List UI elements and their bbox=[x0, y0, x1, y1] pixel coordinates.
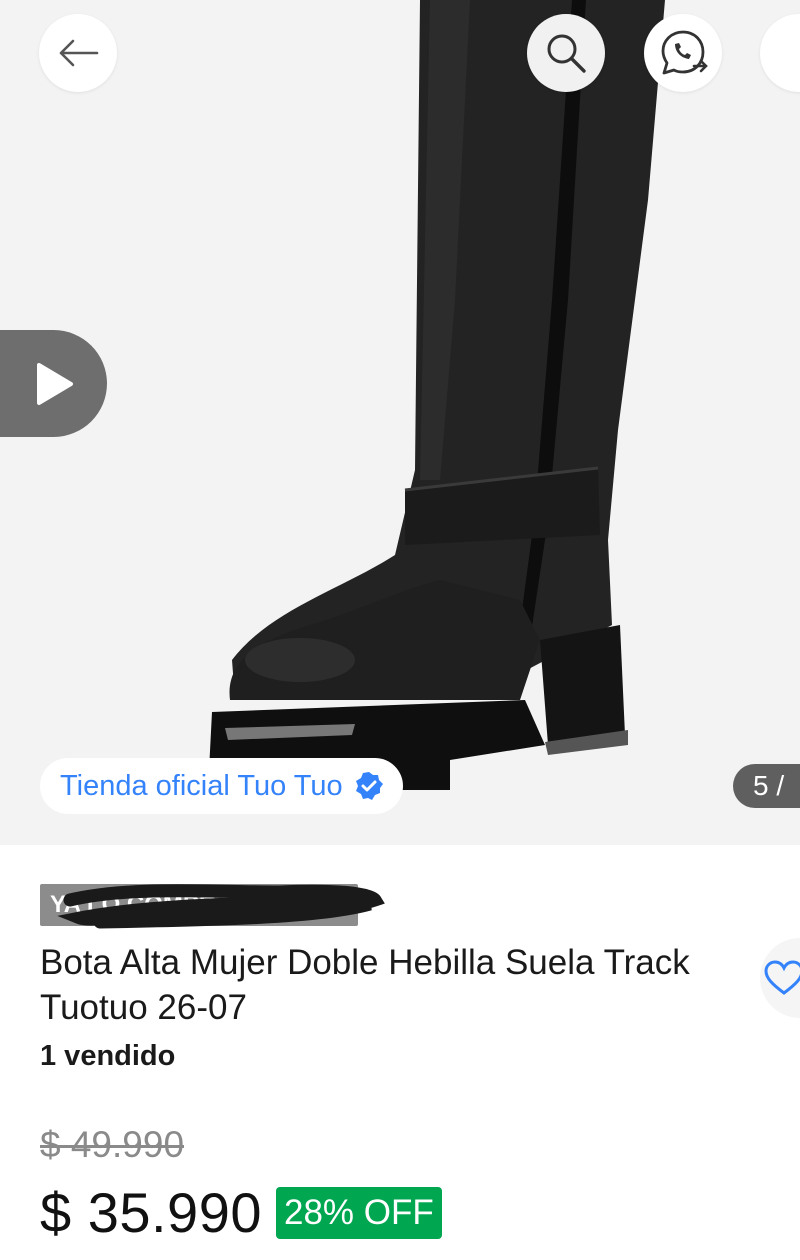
store-name: Tienda oficial Tuo Tuo bbox=[60, 769, 343, 802]
whatsapp-share-icon bbox=[661, 30, 708, 75]
search-icon bbox=[547, 34, 586, 73]
share-whatsapp-button[interactable] bbox=[644, 14, 722, 92]
more-icon bbox=[779, 43, 800, 63]
verified-badge-icon bbox=[355, 772, 383, 800]
sold-count: 1 vendido bbox=[40, 1040, 176, 1072]
official-store-badge[interactable]: Tienda oficial Tuo Tuo bbox=[40, 758, 403, 814]
favorite-button[interactable] bbox=[760, 938, 800, 1018]
product-title: Bota Alta Mujer Doble Hebilla Suela Trac… bbox=[40, 943, 690, 1027]
search-button[interactable] bbox=[527, 14, 605, 92]
play-icon bbox=[36, 362, 73, 405]
image-counter: 5 / bbox=[733, 764, 800, 808]
current-price: $ 35.990 bbox=[40, 1181, 262, 1244]
product-image-gallery[interactable]: Tienda oficial Tuo Tuo 5 / bbox=[0, 0, 800, 845]
arrow-left-icon bbox=[59, 39, 99, 67]
play-video-button[interactable] bbox=[0, 330, 107, 437]
back-button[interactable] bbox=[39, 14, 117, 92]
redaction-scribble bbox=[57, 884, 385, 929]
original-price: $ 49.990 bbox=[40, 1124, 185, 1165]
discount-badge: 28% OFF bbox=[275, 1186, 442, 1239]
price-row: $ 35.990 28% OFF bbox=[40, 1180, 442, 1245]
product-image bbox=[208, 0, 665, 790]
heart-icon bbox=[764, 960, 800, 995]
